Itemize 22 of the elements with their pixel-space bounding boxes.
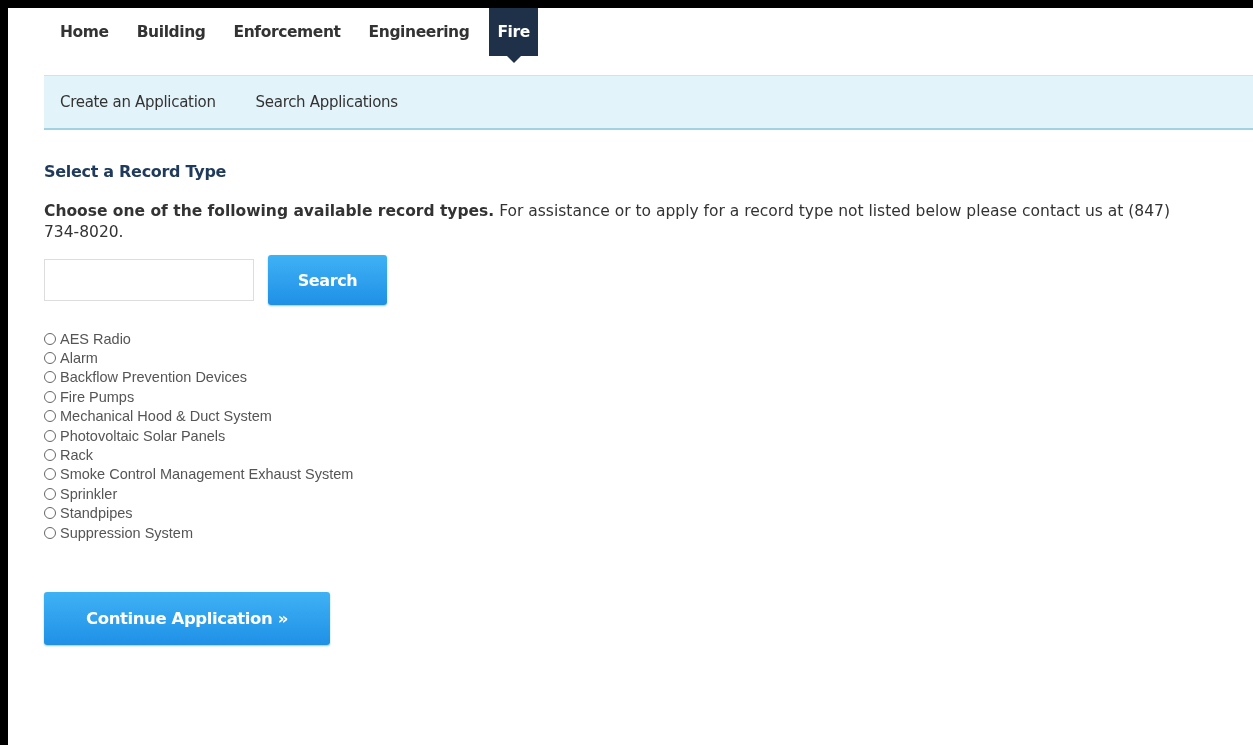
nav-tab[interactable]: Building	[128, 8, 214, 56]
radio-label[interactable]: Smoke Control Management Exhaust System	[60, 466, 354, 483]
radio-label[interactable]: Standpipes	[60, 505, 133, 522]
instructions-text: Choose one of the following available record types. For assistance or to apply for a record type not listed below please contact us at (847) 734-8020.	[44, 201, 1171, 243]
radio-label[interactable]: Fire Pumps	[60, 388, 135, 405]
section-heading: Select a Record Type	[44, 162, 228, 181]
radio-label[interactable]: Photovoltaic Solar Panels	[60, 427, 226, 444]
radio-label[interactable]: Backflow Prevention Devices	[60, 369, 247, 386]
pointer-icon	[506, 56, 521, 63]
nav-tab[interactable]: Enforcement	[225, 8, 349, 56]
search-field[interactable]	[44, 259, 254, 301]
radio-label[interactable]: Mechanical Hood & Duct System	[60, 408, 272, 425]
radio-label[interactable]: Suppression System	[60, 524, 193, 541]
subnav-link[interactable]: Search Applications	[255, 93, 398, 111]
nav-tab[interactable]: Fire	[489, 8, 538, 56]
radio-label[interactable]: Sprinkler	[60, 485, 118, 502]
radio-label[interactable]: Alarm	[60, 350, 98, 367]
radio-label[interactable]: Rack	[60, 447, 94, 464]
radio-label[interactable]: AES Radio	[60, 330, 131, 347]
nav-tab[interactable]: Home	[52, 8, 117, 56]
subnav-link[interactable]: Create an Application	[60, 93, 216, 111]
nav-tab[interactable]: Engineering	[360, 8, 478, 56]
